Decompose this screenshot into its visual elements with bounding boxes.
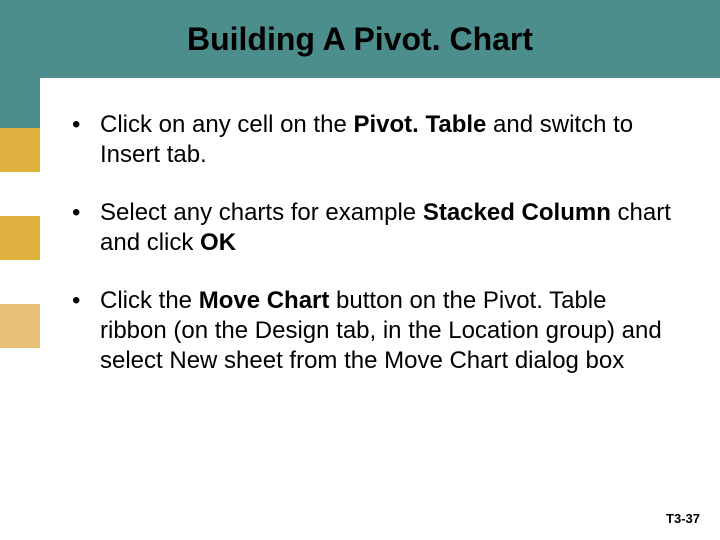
bullet-text: Select any charts for example [100,199,423,226]
list-item: Select any charts for example Stacked Co… [72,198,672,258]
bullet-bold: Move Chart [199,287,330,314]
accent-block [0,304,40,348]
bullet-list: Click on any cell on the Pivot. Table an… [72,110,672,376]
accent-block [0,78,40,128]
bullet-bold: OK [200,229,236,256]
bullet-text: Click the [100,287,199,314]
accent-block [0,216,40,260]
slide-body: Click on any cell on the Pivot. Table an… [72,110,672,404]
list-item: Click on any cell on the Pivot. Table an… [72,110,672,170]
slide-number: T3-37 [666,511,700,526]
accent-block [0,172,40,216]
slide-header: Building A Pivot. Chart [0,0,720,78]
bullet-bold: Pivot. Table [353,111,486,138]
bullet-bold: Stacked Column [423,199,611,226]
list-item: Click the Move Chart button on the Pivot… [72,286,672,376]
accent-block [0,348,40,540]
slide-title: Building A Pivot. Chart [187,21,533,58]
bullet-text: Click on any cell on the [100,111,353,138]
accent-block [0,260,40,304]
accent-block [0,128,40,172]
left-accent-bar [0,78,40,540]
